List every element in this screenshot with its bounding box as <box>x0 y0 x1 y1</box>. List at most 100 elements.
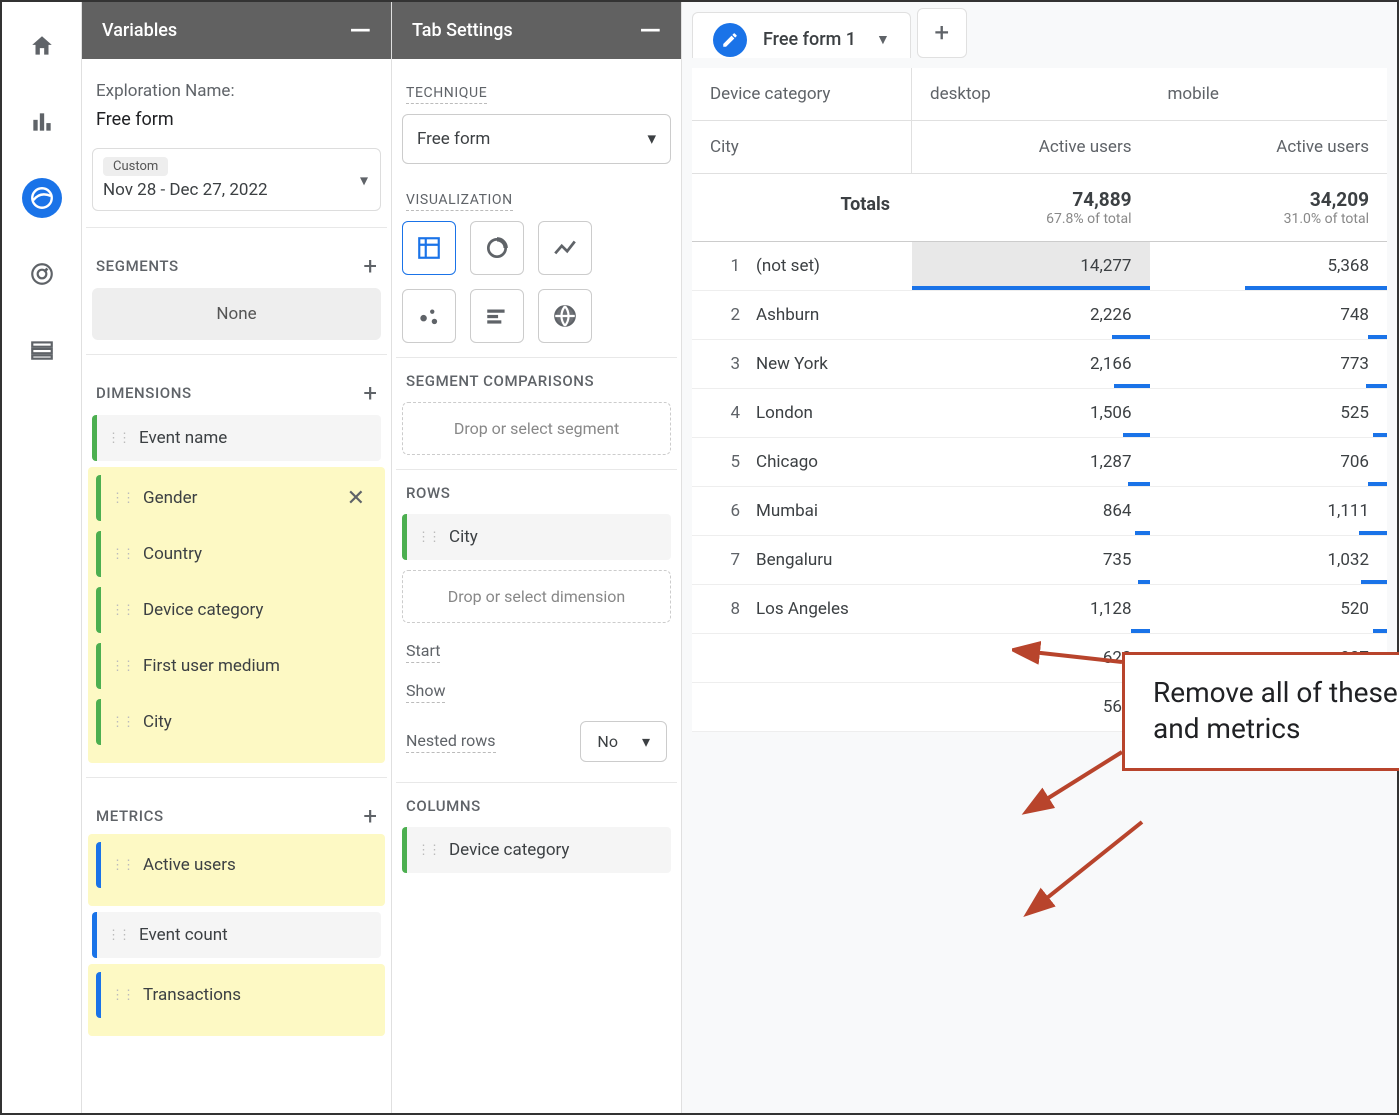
cell-desktop: 1,287 <box>912 438 1150 486</box>
row-rank: 1 <box>692 242 748 290</box>
row-rank: 5 <box>692 438 748 486</box>
chevron-down-icon: ▾ <box>642 732 650 751</box>
configure-icon[interactable] <box>22 330 62 370</box>
dimensions-title: DIMENSIONS <box>96 384 192 402</box>
dimension-chip[interactable]: ⋮⋮Gender✕ <box>96 475 377 521</box>
cell-desktop: 2,226 <box>912 291 1150 339</box>
columns-label: COLUMNS <box>406 797 671 815</box>
add-metric-button[interactable]: + <box>363 802 377 830</box>
col-dimension-label: Device category <box>692 68 912 120</box>
row-city: London <box>748 389 912 437</box>
dimension-chip[interactable]: ⋮⋮ First user medium <box>96 643 377 689</box>
explore-icon[interactable] <box>22 178 62 218</box>
table-row: 5 Chicago 1,287 706 <box>692 438 1387 487</box>
segments-title: SEGMENTS <box>96 257 179 275</box>
chip-label: Device category <box>143 600 263 620</box>
cell-desktop: 628 <box>912 634 1150 682</box>
nested-rows-select[interactable]: No ▾ <box>580 721 667 762</box>
row-city: Mumbai <box>748 487 912 535</box>
row-city: New York <box>748 340 912 388</box>
metric-header-desktop: Active users <box>912 121 1150 173</box>
drag-handle-icon: ⋮⋮ <box>417 843 439 858</box>
row-rank <box>692 683 748 731</box>
tab-name[interactable]: Free form 1 <box>753 21 866 58</box>
cell-mobile: 1,111 <box>1150 487 1388 535</box>
dimension-chip[interactable]: ⋮⋮Event name <box>92 415 381 461</box>
advertising-icon[interactable] <box>22 254 62 294</box>
viz-table-icon[interactable] <box>402 221 456 275</box>
row-city: Chicago <box>748 438 912 486</box>
minimize-icon[interactable]: — <box>639 26 661 36</box>
variables-header: Variables — <box>82 2 391 59</box>
segments-none[interactable]: None <box>92 288 381 340</box>
exploration-name-value[interactable]: Free form <box>96 109 381 130</box>
columns-chip-device[interactable]: ⋮⋮ Device category <box>402 827 671 873</box>
chevron-down-icon: ▾ <box>647 129 656 149</box>
minimize-icon[interactable]: — <box>349 26 371 36</box>
chip-label: First user medium <box>143 656 280 676</box>
home-icon[interactable] <box>22 26 62 66</box>
metric-chip[interactable]: ⋮⋮Transactions <box>96 972 377 1018</box>
row-city: Bengaluru <box>748 536 912 584</box>
edit-icon[interactable] <box>713 23 747 57</box>
viz-bar-icon[interactable] <box>470 289 524 343</box>
segment-comparisons-label: SEGMENT COMPARISONS <box>406 372 671 390</box>
rows-chip-city[interactable]: ⋮⋮ City <box>402 514 671 560</box>
row-city: (not set) <box>748 242 912 290</box>
dimension-chip[interactable]: ⋮⋮City <box>96 699 377 745</box>
table-row: 7 Bengaluru 735 1,032 <box>692 536 1387 585</box>
drag-handle-icon: ⋮⋮ <box>111 547 133 562</box>
date-range-tag: Custom <box>103 157 168 176</box>
viz-scatter-icon[interactable] <box>402 289 456 343</box>
dimension-chip[interactable]: ⋮⋮Device category <box>96 587 377 633</box>
totals-desktop: 74,889 67.8% of total <box>912 174 1150 241</box>
chip-label: Event name <box>139 428 227 448</box>
chip-label: City <box>449 527 478 547</box>
chip-label: Device category <box>449 840 569 860</box>
cell-desktop: 864 <box>912 487 1150 535</box>
technique-value: Free form <box>417 129 490 149</box>
add-segment-button[interactable]: + <box>363 252 377 280</box>
close-icon[interactable]: ✕ <box>347 486 365 511</box>
row-city <box>748 634 912 682</box>
viz-geo-icon[interactable] <box>538 289 592 343</box>
row-rank: 7 <box>692 536 748 584</box>
row-rank: 2 <box>692 291 748 339</box>
row-city <box>748 683 912 731</box>
date-range-selector[interactable]: Custom Nov 28 - Dec 27, 2022 ▾ <box>92 148 381 211</box>
add-tab-button[interactable]: + <box>917 8 967 58</box>
tab-settings-header: Tab Settings — <box>392 2 681 59</box>
metric-header-mobile: Active users <box>1150 121 1388 173</box>
tab-settings-title: Tab Settings <box>412 20 513 41</box>
tab-menu-icon[interactable]: ▼ <box>872 31 902 48</box>
cell-desktop: 2,166 <box>912 340 1150 388</box>
chevron-down-icon: ▾ <box>360 170 368 189</box>
metric-chip[interactable]: ⋮⋮Event count <box>92 912 381 958</box>
viz-line-icon[interactable] <box>538 221 592 275</box>
cell-desktop: 1,128 <box>912 585 1150 633</box>
row-city: Ashburn <box>748 291 912 339</box>
start-row-label: Start <box>406 641 440 663</box>
cell-mobile: 520 <box>1150 585 1388 633</box>
row-city: Los Angeles <box>748 585 912 633</box>
cell-mobile: 773 <box>1150 340 1388 388</box>
reports-icon[interactable] <box>22 102 62 142</box>
totals-label: Totals <box>692 174 912 241</box>
segment-drop-zone[interactable]: Drop or select segment <box>402 402 671 455</box>
variables-title: Variables <box>102 20 177 41</box>
technique-label: TECHNIQUE <box>406 85 487 104</box>
technique-select[interactable]: Free form ▾ <box>402 114 671 164</box>
row-rank: 8 <box>692 585 748 633</box>
drag-handle-icon: ⋮⋮ <box>417 530 439 545</box>
viz-donut-icon[interactable] <box>470 221 524 275</box>
drag-handle-icon: ⋮⋮ <box>111 858 133 873</box>
dimension-chip[interactable]: ⋮⋮Country <box>96 531 377 577</box>
chip-label: Event count <box>139 925 228 945</box>
row-rank: 4 <box>692 389 748 437</box>
nested-rows-label: Nested rows <box>406 731 496 753</box>
drag-handle-icon: ⋮⋮ <box>111 659 133 674</box>
metric-chip[interactable]: ⋮⋮Active users <box>96 842 377 888</box>
rows-drop-zone[interactable]: Drop or select dimension <box>402 570 671 623</box>
add-dimension-button[interactable]: + <box>363 379 377 407</box>
cell-mobile: 525 <box>1150 389 1388 437</box>
